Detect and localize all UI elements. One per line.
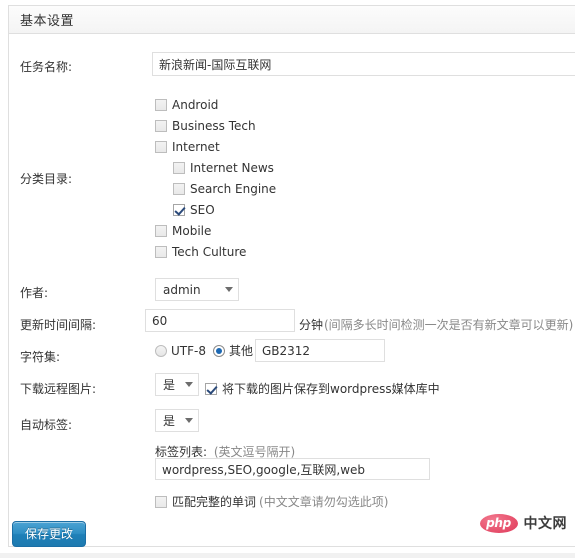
radio-other[interactable] — [212, 344, 225, 357]
auto-tag-select-value: 是 — [163, 414, 176, 428]
settings-page: 基本设置 任务名称: 分类目录: Android Business Tech I… — [0, 0, 575, 558]
radio-utf8-label: UTF-8 — [171, 343, 206, 358]
category-item-android[interactable]: Android — [155, 98, 218, 112]
categories-label: 分类目录: — [20, 172, 73, 186]
whole-word-option[interactable]: 匹配完整的单词 (中文文章请勿勾选此项) — [155, 493, 388, 510]
chevron-down-icon — [225, 287, 233, 292]
checkbox-android[interactable] — [155, 99, 167, 111]
category-label: Android — [172, 98, 219, 112]
download-images-select-value: 是 — [163, 378, 176, 392]
auto-tag-select[interactable]: 是 — [155, 409, 199, 432]
charset-options: UTF-8 其他 — [155, 342, 259, 359]
category-label: Internet News — [190, 161, 274, 175]
category-label: Search Engine — [190, 182, 277, 196]
author-select-value: admin — [163, 282, 201, 297]
panel-header: 基本设置 — [9, 6, 575, 34]
save-to-media-label: 将下载的图片保存到wordpress媒体库中 — [222, 382, 440, 396]
chevron-down-icon — [185, 382, 193, 387]
task-name-label: 任务名称: — [20, 60, 73, 74]
checkbox-save-to-media[interactable] — [205, 383, 217, 395]
page-title: 基本设置 — [20, 14, 75, 29]
charset-other-input[interactable] — [255, 339, 385, 362]
checkbox-internet-news[interactable] — [173, 162, 185, 174]
category-item-internet-news[interactable]: Internet News — [173, 161, 274, 175]
category-item-tech-culture[interactable]: Tech Culture — [155, 245, 246, 259]
tag-list-label-hint: (英文逗号隔开) — [213, 445, 296, 459]
watermark-text: 中文网 — [523, 516, 567, 532]
save-to-media-option[interactable]: 将下载的图片保存到wordpress媒体库中 — [205, 380, 440, 397]
checkbox-internet[interactable] — [155, 141, 167, 153]
checkbox-business-tech[interactable] — [155, 120, 167, 132]
whole-word-label: 匹配完整的单词 — [172, 495, 257, 509]
category-item-seo[interactable]: SEO — [173, 203, 215, 217]
checkbox-tech-culture[interactable] — [155, 246, 167, 258]
radio-other-label: 其他 — [228, 344, 253, 358]
save-button[interactable]: 保存更改 — [12, 521, 86, 547]
whole-word-hint: (中文文章请勿勾选此项) — [259, 495, 389, 509]
checkbox-seo[interactable] — [173, 204, 185, 216]
download-images-label: 下载远程图片: — [20, 382, 97, 396]
category-item-business-tech[interactable]: Business Tech — [155, 119, 256, 133]
category-item-search-engine[interactable]: Search Engine — [173, 182, 276, 196]
tag-list-label: 标签列表: — [155, 445, 208, 459]
category-label: Internet — [172, 140, 220, 154]
category-label: Mobile — [172, 224, 212, 238]
author-label: 作者: — [20, 286, 49, 300]
download-images-select[interactable]: 是 — [155, 373, 199, 396]
update-interval-hint: (间隔多长时间检测一次是否有新文章可以更新) — [324, 318, 574, 332]
update-interval-input[interactable] — [145, 309, 295, 332]
task-name-input[interactable] — [152, 52, 575, 76]
checkbox-search-engine[interactable] — [173, 183, 185, 195]
category-label: Tech Culture — [172, 245, 247, 259]
charset-label: 字符集: — [20, 350, 61, 364]
checkbox-whole-word[interactable] — [155, 496, 167, 508]
category-item-mobile[interactable]: Mobile — [155, 224, 211, 238]
chevron-down-icon — [185, 418, 193, 423]
category-label: Business Tech — [172, 119, 256, 133]
auto-tag-label: 自动标签: — [20, 418, 73, 432]
bottom-fill — [0, 553, 575, 558]
tag-list-input[interactable] — [155, 458, 430, 480]
category-label: SEO — [190, 203, 215, 217]
php-logo-icon: php — [479, 513, 518, 533]
radio-utf8[interactable] — [155, 344, 167, 357]
author-select[interactable]: admin — [155, 278, 239, 301]
checkbox-mobile[interactable] — [155, 225, 167, 237]
category-item-internet[interactable]: Internet — [155, 140, 220, 154]
update-interval-label: 更新时间间隔: — [20, 318, 97, 332]
update-interval-unit: 分钟 — [299, 318, 324, 332]
watermark: php 中文网 — [479, 513, 568, 533]
